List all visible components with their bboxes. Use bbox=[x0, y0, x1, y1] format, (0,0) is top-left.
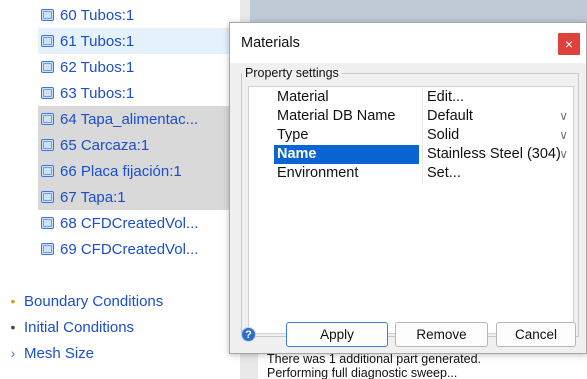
part-icon bbox=[41, 61, 54, 73]
apply-button[interactable]: Apply bbox=[286, 322, 388, 347]
tree-part-item[interactable]: 60 Tubos:1 bbox=[38, 2, 230, 28]
tree-part-label: 64 Tapa_alimentac... bbox=[60, 110, 199, 128]
dialog-title: Materials bbox=[241, 35, 300, 51]
property-value[interactable]: Default ∨ bbox=[422, 107, 573, 126]
property-row[interactable]: Type Solid ∨ bbox=[249, 126, 573, 145]
property-value-text: Stainless Steel (304) bbox=[427, 146, 561, 162]
part-icon bbox=[41, 165, 54, 177]
chevron-down-icon[interactable]: ∨ bbox=[559, 126, 568, 145]
property-row[interactable]: Name Stainless Steel (304) ∨ bbox=[249, 145, 573, 164]
close-button[interactable]: × bbox=[558, 33, 580, 55]
help-glyph: ? bbox=[245, 329, 252, 341]
part-icon bbox=[41, 243, 54, 255]
tree-node-label: Mesh Size bbox=[24, 344, 95, 362]
dialog-title-bar[interactable]: Materials × bbox=[230, 23, 586, 63]
property-value[interactable]: Stainless Steel (304) ∨ bbox=[422, 145, 573, 164]
help-icon[interactable]: ? bbox=[241, 327, 256, 342]
property-key: Material DB Name bbox=[277, 108, 396, 124]
tree-part-item[interactable]: 63 Tubos:1 bbox=[38, 80, 230, 106]
tree-part-label: 61 Tubos:1 bbox=[60, 32, 135, 50]
property-value-text: Edit... bbox=[427, 89, 465, 105]
tree-part-label: 67 Tapa:1 bbox=[60, 188, 126, 206]
design-tree: 60 Tubos:1 61 Tubos:1 62 Tubos:1 63 Tubos:1… bbox=[0, 0, 240, 379]
tree-part-label: 65 Carcaza:1 bbox=[60, 136, 150, 154]
property-row[interactable]: Material DB Name Default ∨ bbox=[249, 107, 573, 126]
part-icon bbox=[41, 139, 54, 151]
part-icon bbox=[41, 113, 54, 125]
remove-button[interactable]: Remove bbox=[395, 322, 488, 347]
property-value[interactable]: Edit... bbox=[422, 88, 573, 107]
output-line: There was 1 additional part generated. bbox=[267, 352, 482, 366]
part-icon bbox=[41, 87, 54, 99]
chevron-down-icon[interactable]: ∨ bbox=[559, 145, 568, 164]
tree-node-item[interactable]: • Initial Conditions bbox=[6, 314, 240, 340]
tree-part-item[interactable]: 66 Placa fijación:1 bbox=[38, 158, 230, 184]
chevron-down-icon[interactable]: ∨ bbox=[559, 107, 568, 126]
mesh-size-icon: › bbox=[10, 345, 16, 361]
property-value[interactable]: Solid ∨ bbox=[422, 126, 573, 145]
property-value[interactable]: Set... bbox=[422, 164, 573, 183]
tree-part-label: 66 Placa fijación:1 bbox=[60, 162, 182, 180]
tree-part-label: 68 CFDCreatedVol... bbox=[60, 214, 199, 232]
initial-conditions-icon: • bbox=[10, 319, 16, 335]
tree-part-label: 60 Tubos:1 bbox=[60, 6, 135, 24]
property-key: Material bbox=[277, 89, 329, 105]
property-row[interactable]: Material Edit... bbox=[249, 88, 573, 107]
property-key: Name bbox=[274, 145, 419, 164]
tree-node-item[interactable]: › Mesh Size bbox=[6, 340, 240, 366]
property-key: Environment bbox=[277, 165, 359, 181]
tree-node-label: Boundary Conditions bbox=[24, 292, 164, 310]
tree-part-item[interactable]: 68 CFDCreatedVol... bbox=[38, 210, 230, 236]
part-icon bbox=[41, 35, 54, 47]
property-grid: Material Edit... Material DB Name Default ∨ T… bbox=[248, 86, 574, 334]
tree-node-label: Initial Conditions bbox=[24, 318, 135, 336]
property-key: Type bbox=[277, 127, 309, 143]
boundary-conditions-icon: • bbox=[10, 293, 16, 309]
tree-part-item[interactable]: 64 Tapa_alimentac... bbox=[38, 106, 230, 132]
part-icon bbox=[41, 217, 54, 229]
tree-part-label: 63 Tubos:1 bbox=[60, 84, 135, 102]
tree-part-item[interactable]: 62 Tubos:1 bbox=[38, 54, 230, 80]
close-icon: × bbox=[564, 36, 574, 52]
property-value-text: Default bbox=[427, 108, 473, 124]
part-icon bbox=[41, 191, 54, 203]
materials-dialog: Materials × Property settings Material Ed… bbox=[229, 22, 587, 354]
tree-part-label: 69 CFDCreatedVol... bbox=[60, 240, 199, 258]
part-icon bbox=[41, 9, 54, 21]
tree-part-item[interactable]: 65 Carcaza:1 bbox=[38, 132, 230, 158]
tree-part-item[interactable]: 67 Tapa:1 bbox=[38, 184, 230, 210]
tree-node-item[interactable]: • Boundary Conditions bbox=[6, 288, 240, 314]
output-line: Performing full diagnostic sweep... bbox=[267, 366, 458, 379]
tree-part-item[interactable]: 61 Tubos:1 bbox=[38, 28, 230, 54]
property-value-text: Set... bbox=[427, 165, 461, 181]
tree-part-item[interactable]: 69 CFDCreatedVol... bbox=[38, 236, 230, 262]
tree-part-label: 62 Tubos:1 bbox=[60, 58, 135, 76]
property-value-text: Solid bbox=[427, 127, 460, 143]
group-label: Property settings bbox=[242, 66, 342, 80]
property-row[interactable]: Environment Set... bbox=[249, 164, 573, 183]
cancel-button[interactable]: Cancel bbox=[496, 322, 576, 347]
